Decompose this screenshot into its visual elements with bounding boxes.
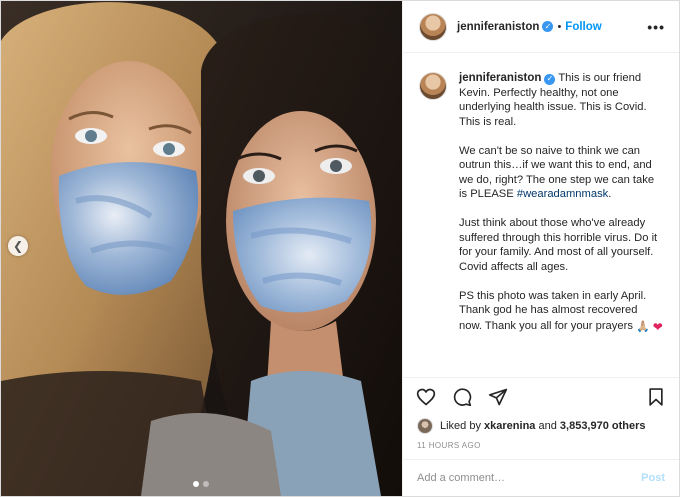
header-separator: •: [557, 20, 562, 33]
caption-area: jenniferaniston ✓ This is our friend Kevi…: [403, 53, 679, 377]
header-username[interactable]: jenniferaniston: [457, 21, 539, 33]
instagram-post: ❮ jenniferaniston ✓ • Follow ••• jennife…: [0, 0, 680, 497]
save-button[interactable]: [645, 386, 667, 408]
carousel-indicator: [193, 481, 209, 487]
comment-box: Post: [403, 459, 679, 496]
verified-badge-icon: ✓: [542, 21, 554, 32]
avatar[interactable]: [419, 12, 447, 41]
verified-badge-icon: ✓: [544, 73, 556, 85]
more-options-button[interactable]: •••: [647, 19, 665, 35]
comment-button[interactable]: [451, 386, 473, 408]
caption-avatar[interactable]: [419, 72, 447, 100]
caption-paragraph-2: We can't be so naive to think we can out…: [459, 144, 663, 202]
comment-input[interactable]: [417, 472, 642, 484]
paper-plane-icon: [488, 388, 508, 405]
caption-paragraph-3: Just think about those who've already su…: [459, 217, 658, 273]
caption-username[interactable]: jenniferaniston: [459, 72, 541, 84]
post-timestamp[interactable]: 11 HOURS AGO: [403, 437, 679, 459]
hashtag-suffix: .: [608, 188, 612, 200]
chevron-left-icon: ❮: [12, 239, 24, 253]
likes-and: and: [538, 420, 557, 432]
bookmark-icon: [649, 387, 663, 406]
like-button[interactable]: [415, 386, 437, 408]
carousel-dot: [203, 481, 209, 487]
liker-avatar[interactable]: [417, 418, 433, 434]
caption-row: jenniferaniston ✓ This is our friend Kevi…: [419, 71, 663, 334]
caption-p4-text: PS this photo was taken in early April. …: [459, 289, 647, 332]
share-button[interactable]: [487, 386, 509, 408]
follow-button[interactable]: Follow: [565, 21, 601, 33]
likes-count[interactable]: 3,853,970 others: [560, 420, 646, 432]
caption-text: jenniferaniston ✓ This is our friend Kevi…: [459, 71, 663, 334]
hashtag-link[interactable]: #wearadamnmask: [517, 188, 608, 200]
post-photo[interactable]: ❮: [1, 1, 402, 496]
more-horizontal-icon: •••: [647, 18, 665, 35]
post-header: jenniferaniston ✓ • Follow •••: [403, 1, 679, 53]
post-comment-button[interactable]: Post: [641, 472, 665, 484]
caption-emojis: 🙏🏼 ❤: [636, 320, 663, 335]
carousel-prev-button[interactable]: ❮: [8, 236, 28, 256]
liker-username[interactable]: xkarenina: [484, 420, 535, 432]
carousel-dot-active: [193, 481, 199, 487]
red-heart-icon: ❤: [652, 319, 663, 334]
caption-paragraph-4: PS this photo was taken in early April. …: [459, 289, 663, 335]
photo-illustration: [1, 1, 402, 496]
heart-icon: [416, 388, 436, 406]
praying-hands-icon: 🙏🏼: [636, 320, 650, 333]
likes-summary: Liked by xkarenina and 3,853,970 others: [403, 415, 679, 437]
comment-icon: [453, 387, 472, 406]
action-bar: [403, 377, 679, 415]
likes-prefix: Liked by: [440, 420, 481, 432]
post-side-panel: jenniferaniston ✓ • Follow ••• jennifera…: [402, 1, 679, 496]
